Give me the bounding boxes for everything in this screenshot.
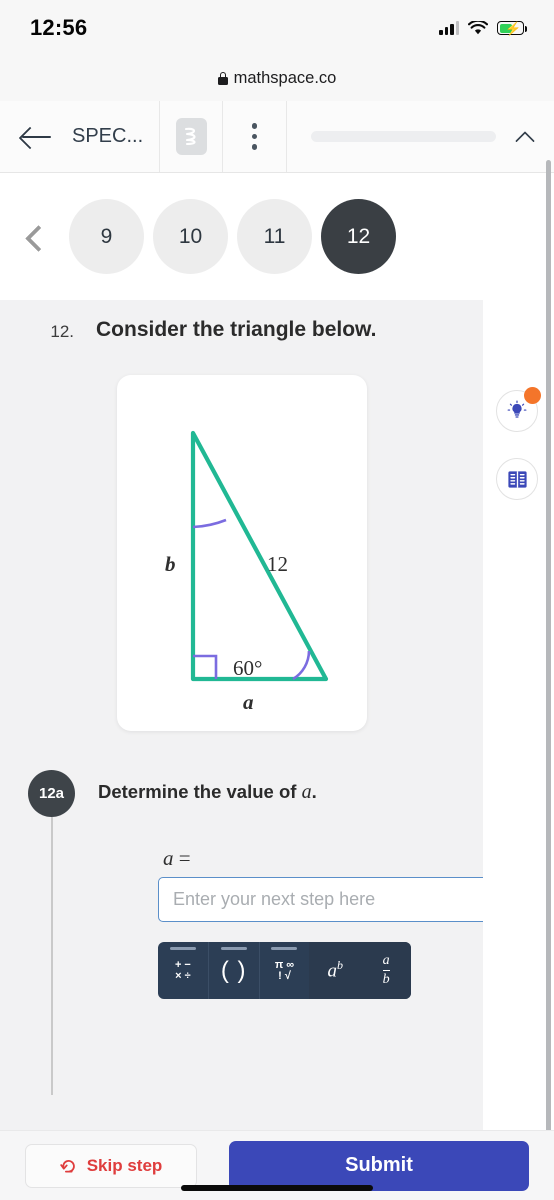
toolbar-title: SPEC... [72, 125, 144, 147]
back-arrow-icon [22, 126, 52, 148]
equation-operator: = [178, 846, 191, 870]
question-nav-strip: 9 10 11 12 [0, 173, 554, 300]
question-header: 12. Consider the triangle below. [0, 318, 483, 342]
equation-variable: a [163, 846, 174, 870]
answer-input[interactable]: Enter your next step here [158, 877, 483, 922]
chevron-up-icon[interactable] [516, 128, 534, 146]
app-toolbar: SPEC... [0, 101, 554, 173]
submit-button[interactable]: Submit [229, 1140, 529, 1191]
app-root: 12:56 ⚡ mathspace.co SPEC... 9 10 11 12 … [0, 0, 554, 1200]
more-options-icon [251, 123, 258, 150]
question-number: 12. [50, 322, 74, 341]
home-indicator [181, 1185, 373, 1191]
question-pill-9[interactable]: 9 [69, 199, 144, 274]
symbols-icon: π ∞ ! √ [274, 958, 295, 982]
more-options-button[interactable] [223, 101, 287, 172]
battery-charging-icon: ⚡ [497, 21, 527, 36]
status-time: 12:56 [30, 15, 88, 40]
label-angle: 60° [233, 656, 262, 680]
sub-step-connector [51, 817, 53, 1095]
sub-step-prompt-suffix: . [311, 781, 317, 802]
math-key-parentheses[interactable]: ( ) [207, 942, 259, 999]
key-tab-indicator [220, 947, 247, 950]
fraction-icon: a b [382, 952, 390, 987]
skip-step-label: Skip step [86, 1155, 163, 1175]
question-pill-11[interactable]: 11 [237, 199, 312, 274]
label-vertical-side: b [165, 552, 176, 576]
equation-line: a = [163, 846, 191, 871]
question-prompt: Consider the triangle below. [96, 318, 377, 341]
right-triangle-diagram: b 12 60° a [165, 430, 329, 714]
sub-step-prompt-text: Determine the value of [98, 781, 302, 802]
label-hypotenuse: 12 [267, 552, 288, 576]
hint-button[interactable] [496, 387, 541, 432]
page-scrollbar[interactable] [546, 160, 551, 1160]
skip-arrow-icon [59, 1159, 75, 1172]
parentheses-icon: ( ) [220, 956, 247, 984]
question-pill-12[interactable]: 12 [321, 199, 396, 274]
question-content: 12. Consider the triangle below. b 12 60… [0, 300, 483, 1130]
lightbulb-icon [507, 400, 527, 418]
book-reference-icon [507, 470, 527, 488]
triangle-figure-card: b 12 60° a [117, 375, 367, 731]
sub-step-badge: 12a [28, 770, 75, 817]
url-text: mathspace.co [233, 69, 337, 87]
question-pill-10[interactable]: 10 [153, 199, 228, 274]
mathspace-logo-button[interactable] [160, 101, 223, 172]
notification-dot [524, 387, 541, 404]
operators-icon: + − × ÷ [174, 958, 191, 982]
status-icons: ⚡ [439, 20, 527, 36]
math-key-symbols[interactable]: π ∞ ! √ [258, 942, 310, 999]
cellular-signal-icon [439, 21, 459, 35]
sub-step-prompt: Determine the value of a. [98, 781, 317, 804]
browser-url-bar[interactable]: mathspace.co [0, 56, 554, 101]
key-tab-indicator [271, 947, 298, 950]
math-keyboard: + − × ÷ ( ) π ∞ ! √ ab a b [158, 942, 411, 999]
label-horizontal-side: a [243, 690, 254, 714]
math-key-exponent[interactable]: ab [309, 942, 361, 999]
key-tab-indicator [169, 947, 196, 950]
exponent-icon: ab [327, 958, 344, 982]
lock-icon [217, 72, 228, 85]
wifi-icon [468, 20, 488, 34]
reference-button[interactable] [496, 458, 538, 500]
status-bar: 12:56 ⚡ [0, 0, 554, 56]
math-key-fraction[interactable]: a b [360, 942, 411, 999]
math-key-operators[interactable]: + − × ÷ [158, 942, 208, 999]
progress-area [287, 101, 554, 172]
progress-bar [311, 131, 496, 142]
sub-step-prompt-variable: a [301, 781, 312, 803]
mathspace-logo-icon [175, 118, 207, 155]
chevron-left-icon[interactable] [18, 220, 52, 254]
back-button[interactable]: SPEC... [0, 101, 160, 172]
skip-step-button[interactable]: Skip step [25, 1143, 197, 1188]
